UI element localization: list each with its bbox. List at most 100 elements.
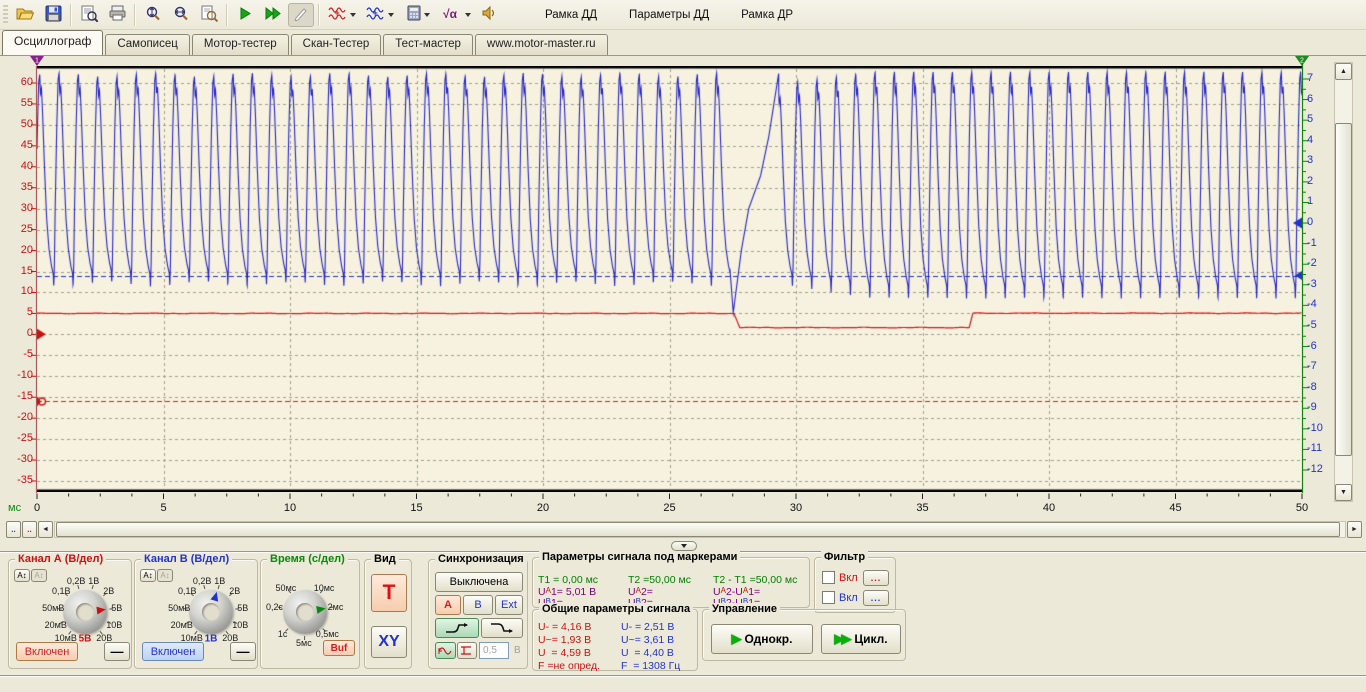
sync-source-ext-button[interactable]: Ext bbox=[495, 595, 523, 615]
dropdown-arrow-icon[interactable] bbox=[424, 13, 430, 17]
timebase-scale-2мс[interactable]: 2мс bbox=[328, 602, 344, 612]
channel-a-scale-2В[interactable]: 2В bbox=[103, 586, 114, 596]
plot-canvas[interactable] bbox=[37, 66, 1302, 492]
sync-level-input[interactable] bbox=[479, 642, 509, 659]
timebase-scale-10мс[interactable]: 10мс bbox=[314, 583, 335, 593]
run-single-button[interactable]: ▶Однокр. bbox=[711, 624, 813, 654]
marker-jump-a-button[interactable]: .. bbox=[22, 521, 37, 538]
sync-level-manual-button[interactable] bbox=[457, 642, 477, 659]
view-xy-button[interactable]: XY bbox=[371, 626, 407, 658]
toolbar-run-once-button[interactable] bbox=[232, 3, 258, 27]
channel-b-scale-20В[interactable]: 20В bbox=[222, 633, 238, 643]
channel-b-scale-10мВ[interactable]: 10мВ bbox=[181, 633, 203, 643]
dropdown-arrow-icon[interactable] bbox=[388, 13, 394, 17]
channel-b-group: Канал В (В/дел) Включен — 0,2В1В0,1В2В50… bbox=[134, 559, 258, 669]
filter-settings-button-2[interactable]: ... bbox=[863, 590, 889, 606]
channel-a-scale-50мВ[interactable]: 50мВ bbox=[42, 603, 64, 613]
fast-forward-icon: ▶▶ bbox=[834, 631, 848, 647]
timebase-scale-1с[interactable]: 1с bbox=[278, 629, 288, 639]
toolbar-channel-a-signal-button[interactable]: + bbox=[324, 3, 360, 27]
menu-item-1[interactable]: Рамка ДД bbox=[541, 6, 601, 24]
y-left-tick-label: 35 bbox=[6, 181, 33, 193]
scroll-right-icon[interactable]: ► bbox=[1347, 521, 1362, 538]
time-marker-1[interactable]: 1 bbox=[30, 56, 44, 66]
toolbar-zoom-vertical-button[interactable] bbox=[140, 3, 166, 27]
sync-edge-rising-button[interactable] bbox=[435, 618, 479, 638]
zoom-horizontal-icon bbox=[172, 5, 190, 25]
channel-a-scale-0,1В[interactable]: 0,1В bbox=[52, 586, 71, 596]
tab-4[interactable]: Скан-Тестер bbox=[291, 34, 382, 55]
channel-b-scale-2В[interactable]: 2В bbox=[229, 586, 240, 596]
view-t-button[interactable]: T bbox=[371, 574, 407, 612]
tab-3[interactable]: Мотор-тестер bbox=[192, 34, 289, 55]
channel-b-scale-20мВ[interactable]: 20мВ bbox=[171, 620, 193, 630]
tab-2[interactable]: Самописец bbox=[105, 34, 190, 55]
channel-a-autoscale-button-1[interactable]: А↕ bbox=[14, 569, 30, 582]
menu-item-2[interactable]: Параметры ДД bbox=[625, 6, 713, 24]
toolbar-channel-b-signal-button[interactable]: + bbox=[362, 3, 398, 27]
channel-a-power-button[interactable]: Включен bbox=[16, 642, 78, 661]
scroll-left-icon[interactable]: ◄ bbox=[38, 521, 53, 538]
toolbar-zoom-region-button[interactable] bbox=[196, 3, 222, 27]
channel-b-power-button[interactable]: Включен bbox=[142, 642, 204, 661]
channel-a-scale-20В[interactable]: 20В bbox=[96, 633, 112, 643]
filter-settings-button-1[interactable]: ... bbox=[863, 570, 889, 586]
sync-source-a-button[interactable]: А bbox=[435, 595, 461, 615]
channel-b-scale-0,1В[interactable]: 0,1В bbox=[178, 586, 197, 596]
dropdown-arrow-icon[interactable] bbox=[465, 13, 471, 17]
marker-jump-b-button[interactable]: .. bbox=[6, 521, 21, 538]
run-cycle-button[interactable]: ▶▶Цикл. bbox=[821, 624, 901, 654]
channel-a-scale-20мВ[interactable]: 20мВ bbox=[45, 620, 67, 630]
toolbar-print-button[interactable] bbox=[104, 3, 130, 27]
filter-checkbox-2[interactable] bbox=[822, 591, 835, 604]
vertical-scroll-thumb[interactable] bbox=[1335, 123, 1352, 456]
timebase-scale-0,2с[interactable]: 0,2с bbox=[266, 602, 283, 612]
toolbar-print-preview-button[interactable] bbox=[76, 3, 102, 27]
channel-b-scale-50мВ[interactable]: 50мВ bbox=[168, 603, 190, 613]
time-marker-2[interactable]: 2 bbox=[1295, 56, 1309, 66]
timebase-scale-50мс[interactable]: 50мс bbox=[276, 583, 297, 593]
dropdown-arrow-icon[interactable] bbox=[350, 13, 356, 17]
sync-level-auto-button[interactable] bbox=[435, 642, 456, 659]
channel-b-scale-5В[interactable]: 5В bbox=[237, 603, 248, 613]
timebase-scale-0,5мс[interactable]: 0,5мс bbox=[316, 629, 339, 639]
sync-edge-falling-button[interactable] bbox=[481, 618, 523, 638]
buffer-button[interactable]: Buf bbox=[323, 640, 355, 656]
channel-b-scale-1В[interactable]: 1В bbox=[214, 576, 225, 586]
sync-source-b-button[interactable]: B bbox=[463, 595, 493, 615]
menu-item-3[interactable]: Рамка ДР bbox=[737, 6, 797, 24]
toolbar-save-button[interactable] bbox=[40, 3, 66, 27]
toolbar-calculator-button[interactable] bbox=[400, 3, 436, 27]
toolbar-grip[interactable] bbox=[3, 5, 8, 25]
horizontal-scroll-track[interactable] bbox=[54, 521, 1346, 538]
tab-5[interactable]: Тест-мастер bbox=[383, 34, 473, 55]
channel-a-scale-10мВ[interactable]: 10мВ bbox=[55, 633, 77, 643]
horizontal-scrollbar[interactable]: .. .. ◄ ► bbox=[6, 521, 1362, 538]
toolbar-run-cycle-button[interactable] bbox=[260, 3, 286, 27]
tab-1[interactable]: Осциллограф bbox=[2, 30, 103, 55]
zoom-page-icon bbox=[200, 5, 218, 25]
timebase-scale-5мс[interactable]: 5мс bbox=[296, 638, 312, 648]
sync-off-button[interactable]: Выключена bbox=[435, 572, 523, 592]
collapse-panel-button[interactable] bbox=[671, 541, 697, 551]
channel-a-scale-10В[interactable]: 10В bbox=[106, 620, 122, 630]
vertical-scrollbar[interactable]: ▲ ▼ bbox=[1334, 62, 1353, 502]
channel-a-scale-1В[interactable]: 1В bbox=[88, 576, 99, 586]
scroll-up-icon[interactable]: ▲ bbox=[1335, 63, 1352, 80]
toolbar-separator bbox=[134, 4, 136, 26]
toolbar-zoom-horizontal-button[interactable] bbox=[168, 3, 194, 27]
toolbar-open-button[interactable] bbox=[12, 3, 38, 27]
sqrt-alpha-icon: √α bbox=[442, 6, 462, 24]
channel-b-autoscale-button-1[interactable]: А↕ bbox=[140, 569, 156, 582]
tab-6[interactable]: www.motor-master.ru bbox=[475, 34, 608, 55]
toolbar-math-functions-button[interactable]: √α bbox=[438, 3, 474, 27]
scroll-down-icon[interactable]: ▼ bbox=[1335, 484, 1352, 501]
x-tick-label: 20 bbox=[528, 502, 558, 514]
channel-a-scale-5В[interactable]: 5В bbox=[111, 603, 122, 613]
channel-b-shift-button[interactable]: — bbox=[230, 642, 256, 661]
toolbar-sound-button[interactable] bbox=[476, 3, 502, 27]
channel-a-shift-button[interactable]: — bbox=[104, 642, 130, 661]
horizontal-scroll-thumb[interactable] bbox=[56, 522, 1340, 537]
filter-checkbox-1[interactable] bbox=[822, 571, 835, 584]
channel-b-scale-10В[interactable]: 10В bbox=[232, 620, 248, 630]
